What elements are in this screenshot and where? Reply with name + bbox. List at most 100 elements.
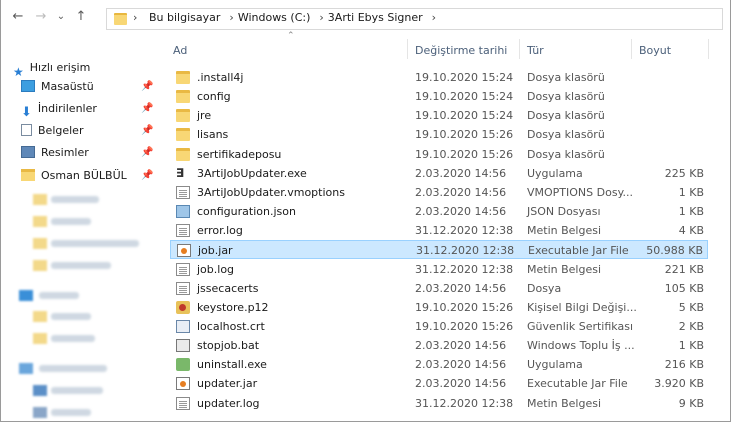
file-row[interactable]: config 19.10.2020 15:24 Dosya klasörü bbox=[170, 87, 708, 106]
blurred-label bbox=[51, 387, 103, 394]
blurred-label bbox=[51, 409, 91, 416]
column-divider[interactable] bbox=[519, 39, 520, 59]
recent-locations-chevron-icon[interactable]: ⌄ bbox=[53, 9, 69, 25]
blurred-3d-icon bbox=[33, 385, 47, 396]
file-date: 2.03.2020 14:56 bbox=[415, 281, 507, 295]
file-name: 3ArtiJobUpdater.vmoptions bbox=[197, 185, 345, 199]
breadcrumb-item-3arti[interactable]: 3Arti Ebys Signer bbox=[328, 11, 423, 24]
sidebar-item-documents[interactable]: Belgeler bbox=[21, 121, 83, 141]
pin-icon[interactable]: 📌 bbox=[141, 103, 153, 114]
file-size: 9 KB bbox=[678, 396, 704, 410]
file-name: updater.jar bbox=[197, 377, 258, 391]
file-row[interactable]: sertifikadeposu 19.10.2020 15:26 Dosya kla… bbox=[170, 145, 708, 164]
file-row[interactable]: localhost.crt 19.10.2020 15:26 Güvenlik Se… bbox=[170, 317, 708, 336]
file-row[interactable]: .install4j 19.10.2020 15:24 Dosya klasörü bbox=[170, 68, 708, 87]
sidebar-item-desktop[interactable]: Masaüstü bbox=[21, 77, 94, 97]
blurred-pc-icon bbox=[19, 363, 33, 374]
sidebar-item-label: Resimler bbox=[41, 146, 89, 159]
sidebar-item-label: Osman BÜLBÜL bbox=[41, 169, 127, 182]
sidebar-item-osman[interactable]: Osman BÜLBÜL bbox=[21, 166, 127, 186]
breadcrumb: Bu bilgisayar › Windows (C:) › 3Arti Ebys Si… bbox=[149, 11, 440, 24]
file-size: 50.988 KB bbox=[646, 244, 703, 258]
column-header-size[interactable]: Boyut bbox=[639, 44, 671, 66]
folder-icon bbox=[176, 71, 190, 84]
file-row[interactable]: stopjob.bat 2.03.2020 14:56 Windows Toplu … bbox=[170, 336, 708, 355]
file-name: jssecacerts bbox=[197, 281, 259, 295]
blurred-label bbox=[51, 313, 91, 320]
file-size: 105 KB bbox=[664, 281, 704, 295]
blurred-label bbox=[39, 365, 107, 372]
file-name: jre bbox=[197, 109, 212, 123]
pin-icon[interactable]: 📌 bbox=[141, 147, 153, 158]
file-row[interactable]: updater.log 31.12.2020 12:38 Metin Belgesi… bbox=[170, 394, 708, 413]
pin-icon[interactable]: 📌 bbox=[141, 170, 153, 181]
column-divider[interactable] bbox=[708, 39, 709, 59]
file-name: job.log bbox=[197, 262, 235, 276]
certificate-icon bbox=[176, 319, 190, 333]
file-row[interactable]: updater.jar 2.03.2020 14:56 Executable Jar… bbox=[170, 374, 708, 393]
file-row[interactable]: error.log 31.12.2020 12:38 Metin Belgesi 4 … bbox=[170, 221, 708, 240]
column-header-date[interactable]: Değiştirme tarihi bbox=[415, 44, 507, 66]
sidebar-item-downloads[interactable]: ⬇ İndirilenler bbox=[21, 99, 97, 120]
text-document-icon bbox=[176, 262, 190, 276]
file-row[interactable]: job.jar 31.12.2020 12:38 Executable Jar Fi… bbox=[170, 240, 708, 260]
sidebar-item-label: Masaüstü bbox=[41, 80, 94, 93]
file-row[interactable]: job.log 31.12.2020 12:38 Metin Belgesi 221 … bbox=[170, 260, 708, 279]
file-date: 31.12.2020 12:38 bbox=[415, 262, 514, 276]
file-type: Metin Belgesi bbox=[527, 262, 602, 276]
file-date: 19.10.2020 15:26 bbox=[415, 147, 514, 161]
back-arrow-icon[interactable]: ← bbox=[10, 9, 26, 25]
pictures-icon bbox=[21, 146, 35, 158]
file-type: Dosya klasörü bbox=[527, 109, 605, 123]
file-row[interactable]: jssecacerts 2.03.2020 14:56 Dosya 105 KB bbox=[170, 279, 708, 298]
file-size: 4 KB bbox=[678, 224, 704, 238]
file-row[interactable]: ∃ 3ArtiJobUpdater.exe 2.03.2020 14:56 Uygul… bbox=[170, 164, 708, 183]
up-arrow-icon[interactable]: ↑ bbox=[73, 9, 89, 25]
file-name: error.log bbox=[197, 224, 243, 238]
file-name: job.jar bbox=[198, 244, 233, 258]
folder-icon bbox=[114, 12, 127, 27]
column-divider[interactable] bbox=[407, 39, 408, 59]
file-row[interactable]: lisans 19.10.2020 15:26 Dosya klasörü bbox=[170, 125, 708, 144]
file-row[interactable]: 3ArtiJobUpdater.vmoptions 2.03.2020 14:56… bbox=[170, 183, 708, 202]
file-size: 225 KB bbox=[664, 166, 704, 180]
file-date: 19.10.2020 15:26 bbox=[415, 300, 514, 314]
breadcrumb-item-bu-bilgisayar[interactable]: Bu bilgisayar bbox=[149, 11, 220, 24]
folder-icon bbox=[176, 128, 190, 142]
file-type: Executable Jar File bbox=[528, 244, 629, 258]
file-date: 31.12.2020 12:38 bbox=[416, 244, 515, 258]
file-name: config bbox=[197, 90, 231, 104]
file-row[interactable]: uninstall.exe 2.03.2020 14:56 Uygulama 216 … bbox=[170, 355, 708, 374]
file-row[interactable]: configuration.json 2.03.2020 14:56 JSON Do… bbox=[170, 202, 708, 221]
blurred-folder-icon bbox=[33, 333, 47, 344]
column-divider[interactable] bbox=[631, 39, 632, 59]
blurred-folder-icon bbox=[33, 238, 47, 249]
address-bar-region: ← → ⌄ ↑ › Bu bilgisayar › Windows (C:) › 3Ar… bbox=[1, 0, 730, 33]
file-size: 1 KB bbox=[678, 339, 704, 353]
documents-icon bbox=[21, 124, 32, 136]
file-row[interactable]: keystore.p12 19.10.2020 15:26 Kişisel Bilg… bbox=[170, 298, 708, 317]
navigation-pane: ★ Hızlı erişim Masaüstü 📌 ⬇ İndirilenler 📌… bbox=[1, 33, 163, 421]
breadcrumb-chevron-icon[interactable]: › bbox=[133, 11, 137, 24]
sidebar-item-pictures[interactable]: Resimler bbox=[21, 143, 89, 163]
file-type: Metin Belgesi bbox=[527, 224, 602, 238]
pin-icon[interactable]: 📌 bbox=[141, 81, 153, 92]
forward-arrow-icon[interactable]: → bbox=[33, 9, 49, 25]
file-name: updater.log bbox=[197, 396, 260, 410]
breadcrumb-separator-icon[interactable]: › bbox=[229, 11, 233, 24]
config-file-icon bbox=[176, 205, 190, 219]
pin-icon[interactable]: 📌 bbox=[141, 125, 153, 136]
file-row[interactable]: jre 19.10.2020 15:24 Dosya klasörü bbox=[170, 106, 708, 125]
file-date: 2.03.2020 14:56 bbox=[415, 339, 507, 353]
file-size: 5 KB bbox=[678, 300, 704, 314]
breadcrumb-separator-icon[interactable]: › bbox=[432, 11, 436, 24]
column-header-type[interactable]: Tür bbox=[527, 44, 544, 66]
breadcrumb-separator-icon[interactable]: › bbox=[319, 11, 323, 24]
breadcrumb-item-windows-c[interactable]: Windows (C:) bbox=[238, 11, 311, 24]
sidebar-item-quick-access[interactable]: ★ Hızlı erişim bbox=[13, 58, 91, 79]
sidebar-item-label: Hızlı erişim bbox=[29, 61, 91, 74]
file-date: 19.10.2020 15:24 bbox=[415, 71, 514, 84]
column-header-name[interactable]: Ad bbox=[173, 44, 187, 66]
blurred-folder-icon bbox=[33, 216, 47, 227]
file-name: localhost.crt bbox=[197, 319, 265, 333]
